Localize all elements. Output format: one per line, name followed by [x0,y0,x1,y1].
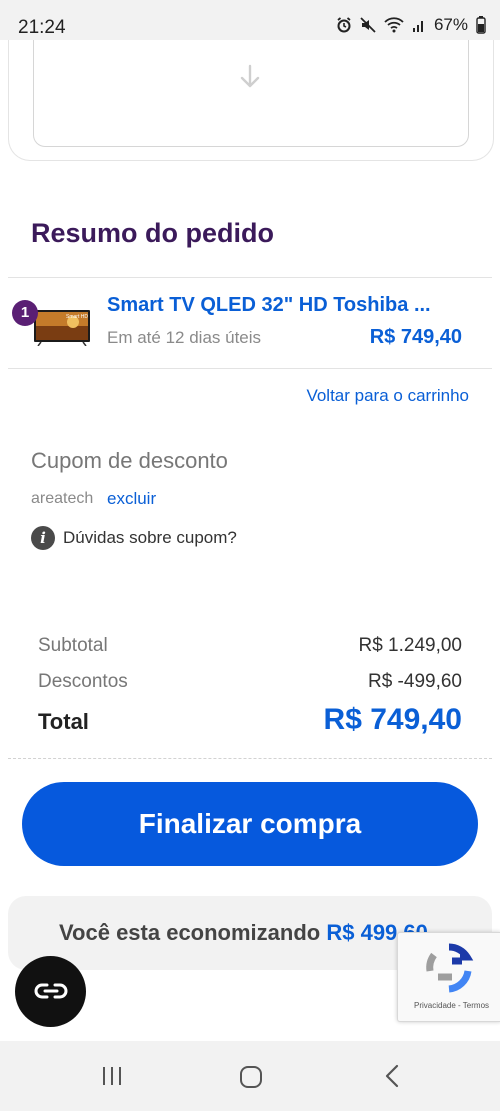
subtotal-value: R$ 1.249,00 [358,635,462,656]
product-name[interactable]: Smart TV QLED 32" HD Toshiba ... [107,294,431,317]
mute-icon [360,17,376,33]
recent-apps-icon[interactable] [101,1065,123,1087]
battery-percent: 67% [433,15,468,34]
upload-card [8,40,494,161]
divider [8,368,492,369]
navigation-bar [0,1041,500,1111]
savings-label: Você esta economizando [59,920,321,945]
back-icon[interactable] [383,1063,401,1089]
wifi-icon [384,17,404,33]
arrow-down-icon [240,64,260,88]
order-summary-title: Resumo do pedido [31,218,274,248]
subtotal-row: Subtotal R$ 1.249,00 [38,635,462,657]
upload-dropzone[interactable] [33,40,469,147]
recaptcha-icon [426,943,474,993]
back-to-cart-link[interactable]: Voltar para o carrinho [306,386,469,406]
info-icon: i [31,526,55,550]
savings-text: Você esta economizando R$ 499,60 [59,920,428,946]
coupon-help-text: Dúvidas sobre cupom? [63,528,237,547]
divider [8,277,492,278]
status-time: 21:24 [18,17,66,38]
total-row: Total R$ 749,40 [38,703,462,737]
total-value: R$ 749,40 [323,703,462,736]
product-row[interactable]: Smart HD 1 Smart TV QLED 32" HD Toshiba … [8,280,492,366]
delivery-estimate: Em até 12 dias úteis [107,328,262,347]
checkout-page: Resumo do pedido Smart HD 1 Smart TV QLE… [0,40,500,1041]
quantity-badge: 1 [12,300,38,326]
chat-button[interactable] [15,956,86,1027]
finalize-purchase-button[interactable]: Finalizar compra [22,782,478,866]
status-icons: 67% [336,15,486,35]
product-thumbnail: Smart HD [34,310,90,346]
product-price: R$ 749,40 [369,326,462,348]
remove-coupon-link[interactable]: excluir [107,489,156,509]
coupon-title: Cupom de desconto [31,448,228,473]
discount-row: Descontos R$ -499,60 [38,671,462,693]
recaptcha-badge[interactable]: Privacidade - Termos [397,932,500,1022]
total-label: Total [38,709,89,734]
terms-link[interactable]: Termos [463,1001,489,1010]
discount-label: Descontos [38,671,128,692]
alarm-icon [337,17,351,33]
recaptcha-links: Privacidade - Termos [414,1001,489,1010]
divider [8,758,492,759]
chat-icon [34,983,68,999]
coupon-help-link[interactable]: i Dúvidas sobre cupom? [31,526,237,550]
discount-value: R$ -499,60 [367,671,462,692]
coupon-code: areatech [31,490,94,507]
privacy-link[interactable]: Privacidade [414,1001,456,1010]
subtotal-label: Subtotal [38,635,108,656]
battery-icon [476,16,486,34]
svg-text:Smart HD: Smart HD [66,314,88,320]
separator: - [458,1001,461,1010]
home-icon[interactable] [239,1065,263,1089]
signal-icon [412,21,423,32]
